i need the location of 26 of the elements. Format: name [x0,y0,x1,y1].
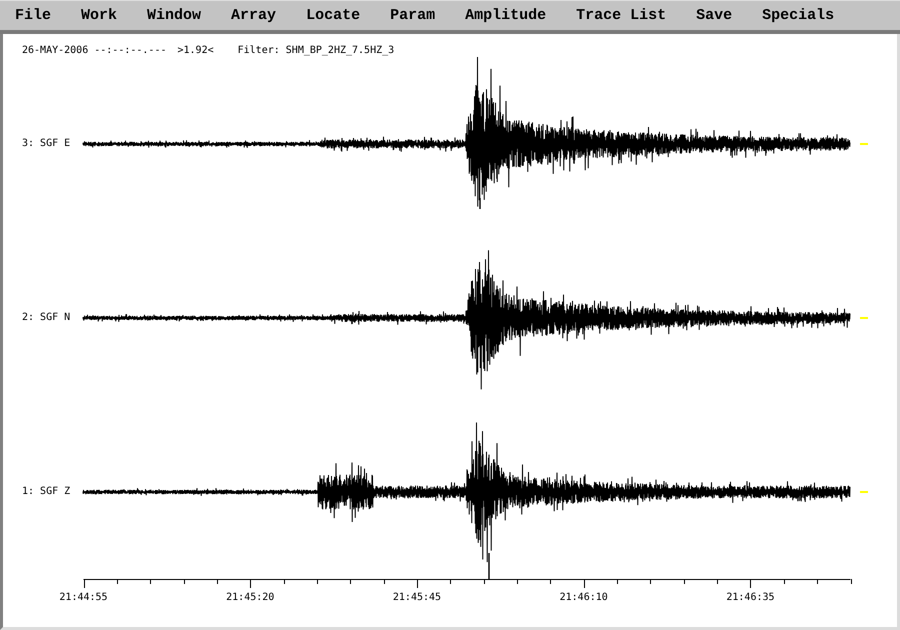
time-label: 21:45:20 [226,592,274,603]
time-label: 21:46:35 [726,592,775,603]
marker-icon [860,143,868,145]
date-time-text: 26-MAY-2006 --:--:--.--- [22,45,166,57]
filter-text: Filter: SHM_BP_2HZ_7.5HZ_3 [238,45,394,57]
menu-item[interactable]: Amplitude [450,1,562,30]
menu-item[interactable]: Specials [747,1,850,30]
menu-item[interactable]: Locate [291,1,376,30]
menu-item[interactable]: Window [132,1,216,30]
menu-item[interactable]: File [0,1,66,30]
trace-label: 1: SGF Z [22,486,72,498]
menu-item[interactable]: Array [216,1,292,30]
trace-label: 2: SGF N [22,312,72,324]
menu-item[interactable]: Work [66,1,132,30]
menu-item[interactable]: Param [375,1,450,30]
marker-icon [860,491,868,493]
time-label: 21:45:45 [392,592,442,603]
trace-label: 3: SGF E [22,138,72,150]
pick-line [488,553,490,579]
time-label: 21:46:10 [560,592,608,603]
pick-line [479,198,481,209]
marker-icon [860,317,868,319]
menu-item[interactable]: Trace List [561,1,682,30]
scale-text: >1.92< [178,45,214,57]
time-label: 21:44:55 [59,592,108,603]
menu-item[interactable]: Save [681,1,748,30]
